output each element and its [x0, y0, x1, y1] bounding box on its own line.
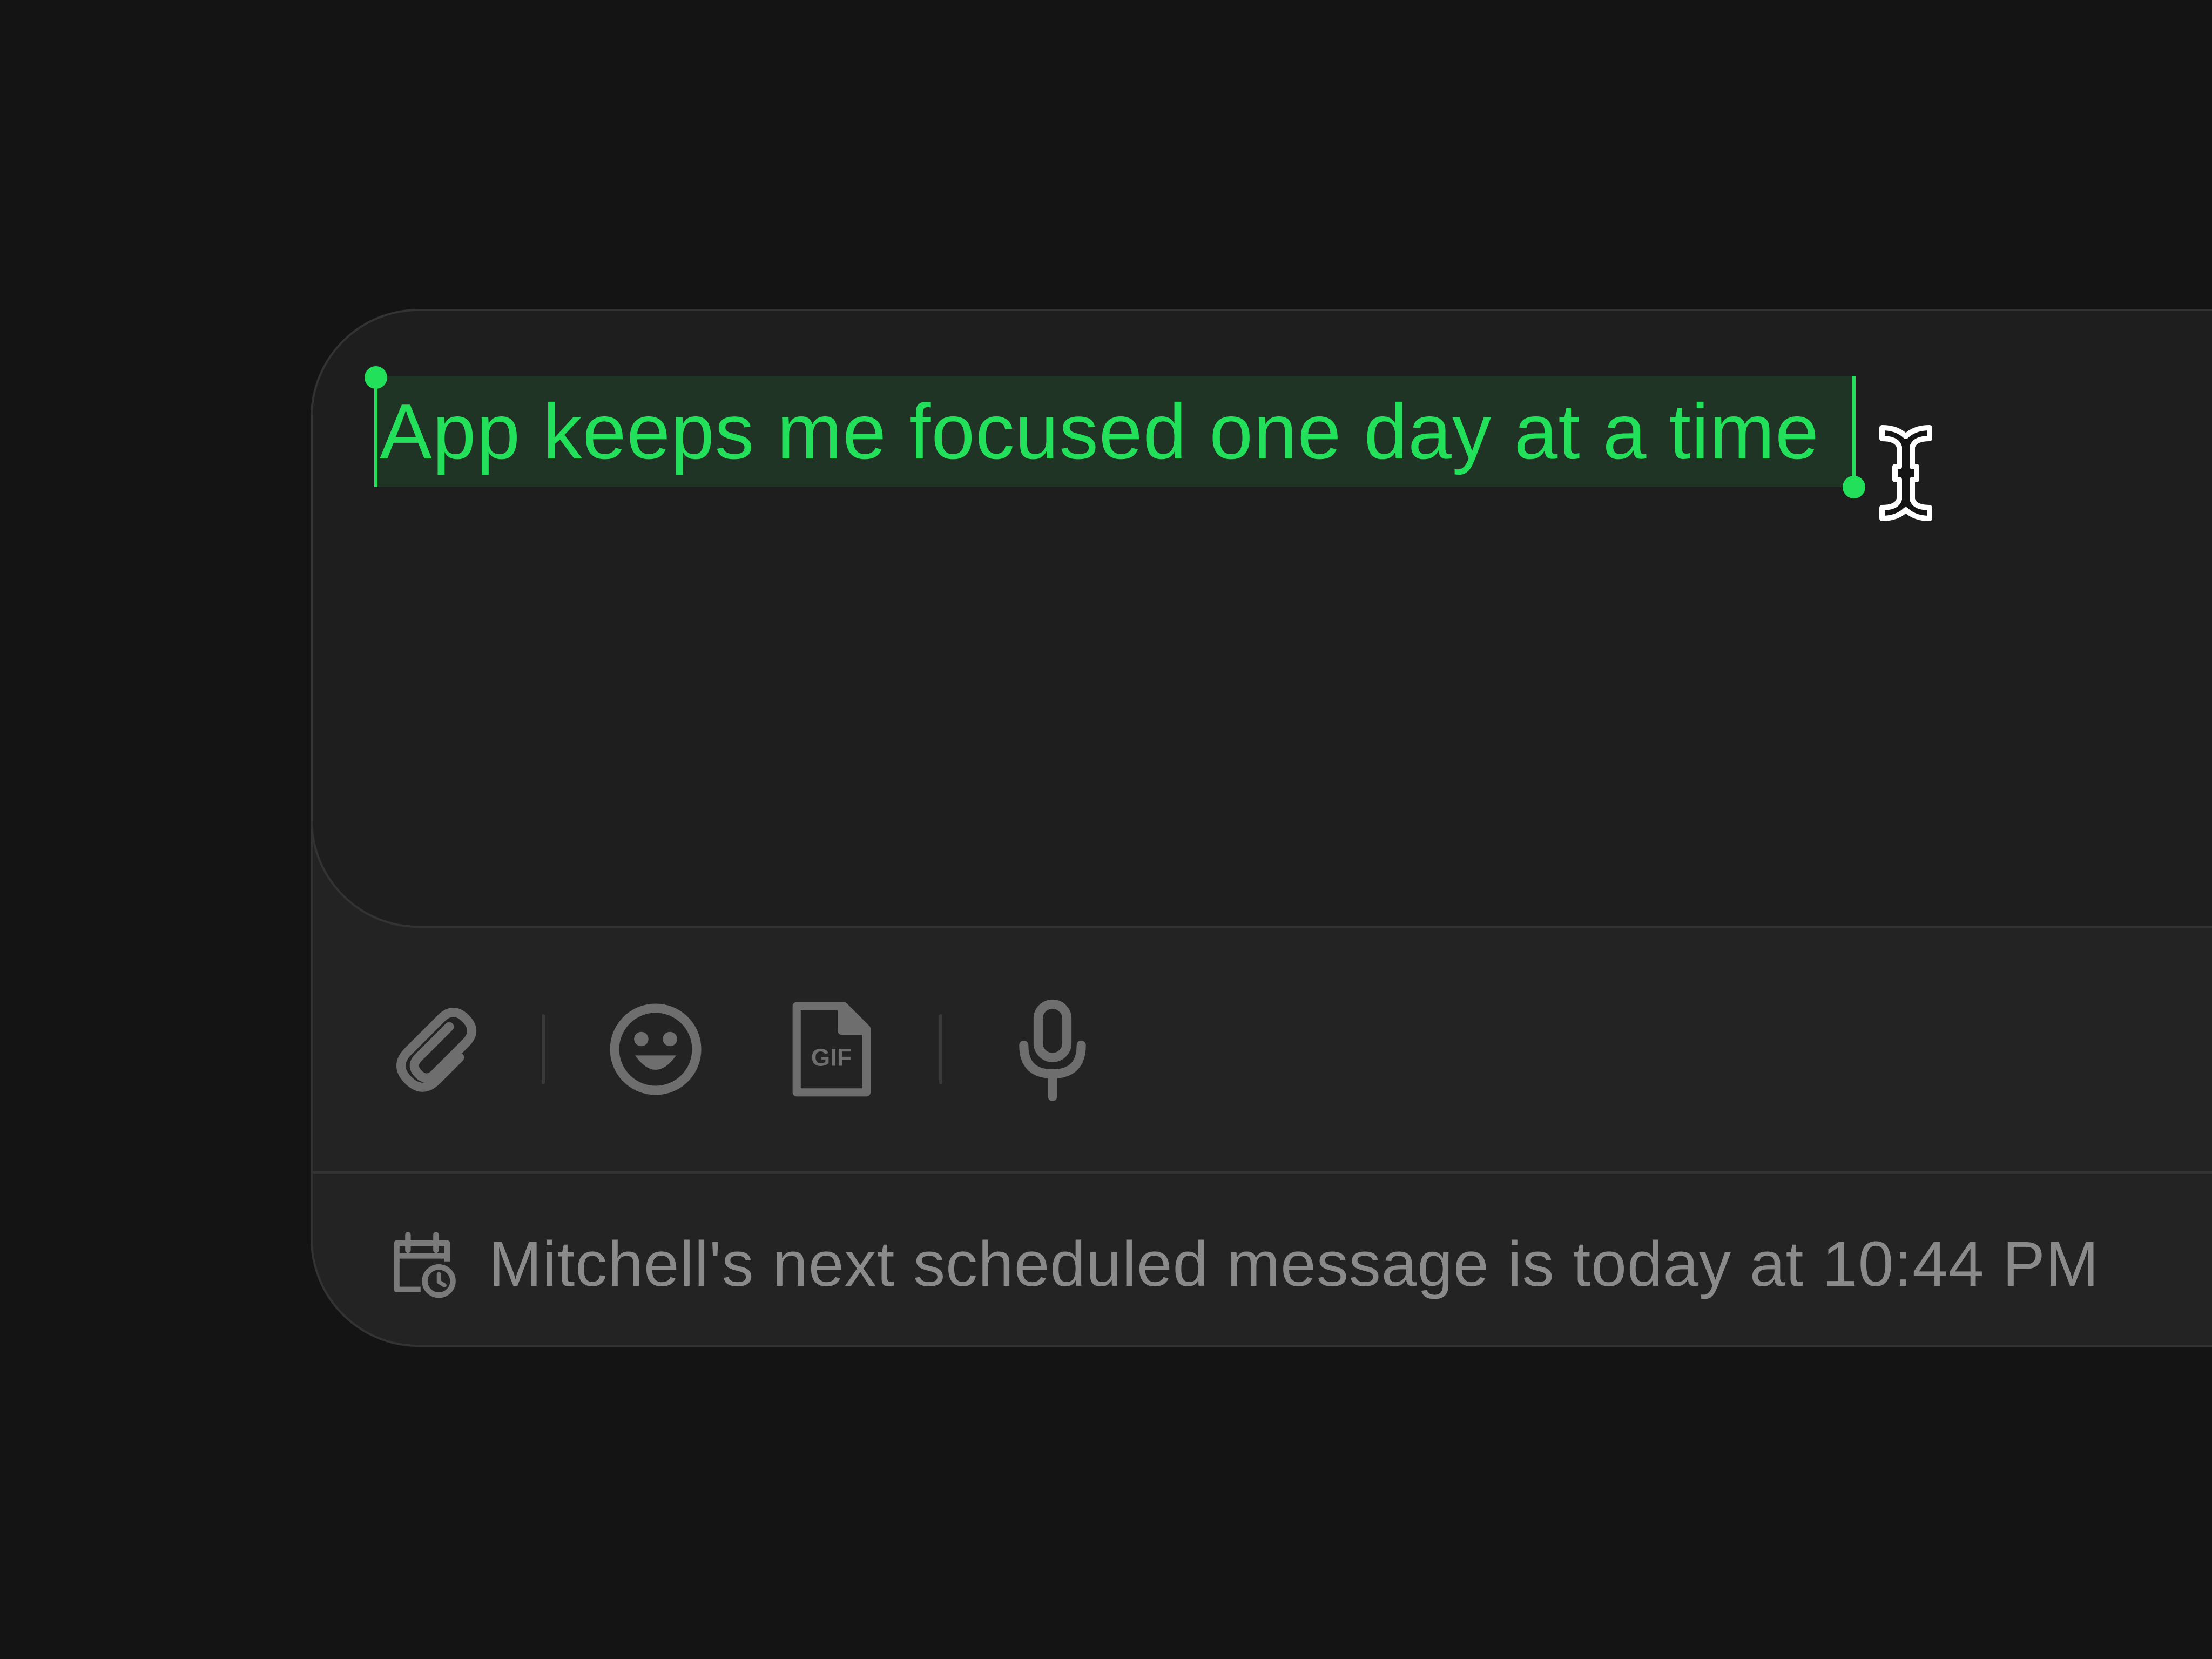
- microphone-icon[interactable]: [1001, 998, 1104, 1101]
- selection-start-handle[interactable]: [365, 366, 387, 389]
- selection-end-handle[interactable]: [1843, 476, 1865, 498]
- scheduled-message-notice: Mitchell's next scheduled message is tod…: [489, 1229, 2100, 1300]
- paperclip-icon[interactable]: [386, 998, 488, 1101]
- svg-text:GIF: GIF: [811, 1043, 852, 1071]
- calendar-clock-icon: [394, 1232, 456, 1298]
- gif-icon[interactable]: GIF: [778, 998, 881, 1101]
- message-text[interactable]: App keeps me focused one day at a time: [380, 375, 1819, 488]
- selection-end-caret: [1852, 376, 1856, 487]
- toolbar-separator: [542, 1014, 545, 1084]
- emoji-icon[interactable]: [604, 998, 707, 1101]
- message-editor[interactable]: App keeps me focused one day at a time: [313, 311, 2212, 928]
- footer-divider: [313, 1171, 2212, 1174]
- toolbar-separator: [939, 1014, 942, 1084]
- selection-start-caret: [374, 376, 377, 487]
- text-cursor-icon: [1879, 425, 1932, 521]
- message-composer: App keeps me focused one day at a time G…: [311, 309, 2212, 1347]
